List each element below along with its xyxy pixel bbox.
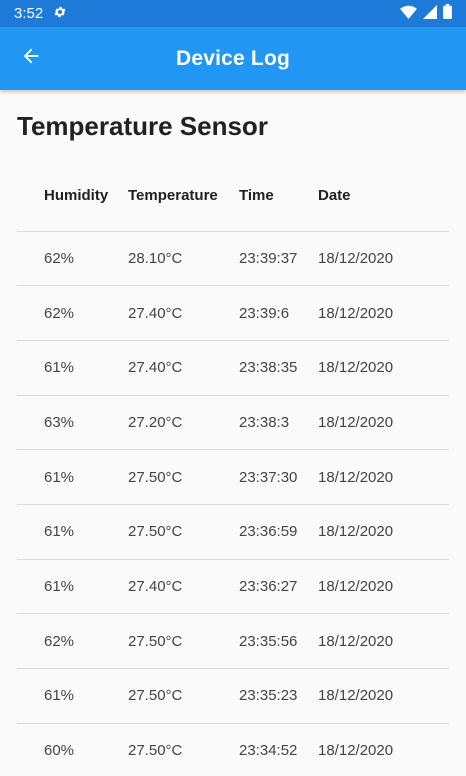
table-row: 60% 27.50°C 23:34:52 18/12/2020 <box>17 723 449 776</box>
battery-icon <box>443 4 452 23</box>
cell-humidity: 61% <box>17 449 128 505</box>
gear-icon <box>53 5 67 23</box>
app-bar-title: Device Log <box>175 46 291 70</box>
cell-temperature: 27.20°C <box>128 395 239 451</box>
arrow-left-icon <box>20 45 42 72</box>
header-time: Time <box>239 161 318 232</box>
cell-date: 18/12/2020 <box>318 723 449 776</box>
device-log-table: Humidity Temperature Time Date 62% 28.10… <box>17 161 449 776</box>
cell-date: 18/12/2020 <box>318 559 449 615</box>
cell-humidity: 63% <box>17 395 128 451</box>
cell-time: 23:38:35 <box>239 340 318 396</box>
cell-humidity: 62% <box>17 231 128 287</box>
cell-humidity: 61% <box>17 340 128 396</box>
cell-time: 23:36:59 <box>239 504 318 560</box>
cell-humidity: 62% <box>17 613 128 669</box>
cell-temperature: 27.50°C <box>128 668 239 724</box>
cell-time: 23:34:52 <box>239 723 318 776</box>
cell-time: 23:38:3 <box>239 395 318 451</box>
cell-temperature: 27.50°C <box>128 449 239 505</box>
cell-temperature: 27.40°C <box>128 559 239 615</box>
cell-temperature: 27.40°C <box>128 285 239 341</box>
table-row: 62% 28.10°C 23:39:37 18/12/2020 <box>17 231 449 287</box>
cell-time: 23:37:30 <box>239 449 318 505</box>
main-content: Temperature Sensor Humidity Temperature … <box>0 111 466 776</box>
cell-date: 18/12/2020 <box>318 340 449 396</box>
cell-date: 18/12/2020 <box>318 231 449 287</box>
cell-date: 18/12/2020 <box>318 504 449 560</box>
cell-time: 23:35:23 <box>239 668 318 724</box>
back-button[interactable] <box>14 42 48 76</box>
header-temperature: Temperature <box>128 161 239 232</box>
cell-date: 18/12/2020 <box>318 285 449 341</box>
table-row: 61% 27.50°C 23:37:30 18/12/2020 <box>17 449 449 505</box>
status-bar: 3:52 <box>0 0 466 27</box>
table-row: 61% 27.40°C 23:38:35 18/12/2020 <box>17 340 449 396</box>
wifi-icon <box>400 5 417 23</box>
cell-time: 23:35:56 <box>239 613 318 669</box>
signal-icon <box>423 4 437 23</box>
cell-temperature: 27.50°C <box>128 504 239 560</box>
cell-humidity: 61% <box>17 668 128 724</box>
cell-time: 23:39:37 <box>239 231 318 287</box>
table-header-row: Humidity Temperature Time Date <box>17 161 449 232</box>
cell-date: 18/12/2020 <box>318 613 449 669</box>
cell-temperature: 28.10°C <box>128 231 239 287</box>
cell-time: 23:36:27 <box>239 559 318 615</box>
cell-humidity: 60% <box>17 723 128 776</box>
cell-date: 18/12/2020 <box>318 395 449 451</box>
header-humidity: Humidity <box>17 161 128 232</box>
table-row: 63% 27.20°C 23:38:3 18/12/2020 <box>17 395 449 451</box>
status-time: 3:52 <box>14 5 44 22</box>
table-row: 61% 27.50°C 23:35:23 18/12/2020 <box>17 668 449 724</box>
cell-time: 23:39:6 <box>239 285 318 341</box>
table-row: 62% 27.40°C 23:39:6 18/12/2020 <box>17 285 449 341</box>
table-row: 61% 27.50°C 23:36:59 18/12/2020 <box>17 504 449 560</box>
cell-temperature: 27.50°C <box>128 613 239 669</box>
cell-humidity: 61% <box>17 504 128 560</box>
cell-date: 18/12/2020 <box>318 668 449 724</box>
cell-humidity: 61% <box>17 559 128 615</box>
cell-date: 18/12/2020 <box>318 449 449 505</box>
app-bar: Device Log <box>0 27 466 90</box>
cell-humidity: 62% <box>17 285 128 341</box>
cell-temperature: 27.40°C <box>128 340 239 396</box>
cell-temperature: 27.50°C <box>128 723 239 776</box>
page-title: Temperature Sensor <box>17 111 268 141</box>
table-row: 62% 27.50°C 23:35:56 18/12/2020 <box>17 613 449 669</box>
table-row: 61% 27.40°C 23:36:27 18/12/2020 <box>17 559 449 615</box>
header-date: Date <box>318 161 449 232</box>
